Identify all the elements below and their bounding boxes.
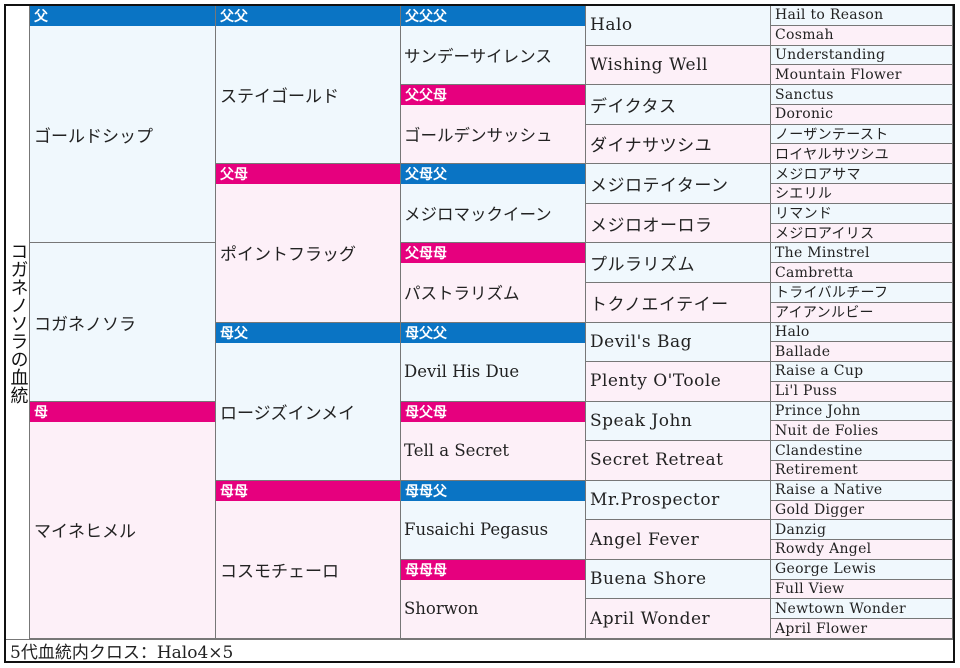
header-dam: 母 — [30, 401, 216, 422]
header-ss: 父父 — [216, 6, 401, 26]
horse-gen3-2: メジロマックイーン — [401, 184, 586, 244]
horse-gen4-9: Plenty O'Toole — [586, 362, 771, 402]
pedigree-table: コガネノソラの血統 父ゴールドシップ コガネノソラ母マイネヒメル 父父 ステイゴールド… — [4, 4, 955, 663]
horse-gen3-1: ゴールデンサッシュ — [401, 105, 586, 165]
horse-gen4-6: プルラリズム — [586, 243, 771, 283]
horse-gen5-14: トライバルチーフ — [771, 282, 953, 303]
horse-gen5-16: Halo — [771, 322, 953, 343]
header-sss: 父父父 — [401, 6, 586, 26]
horse-gen3-4: Devil His Due — [401, 342, 586, 402]
horse-gen5-30: Newtown Wonder — [771, 599, 953, 620]
horse-gen4-1: Wishing Well — [586, 45, 771, 86]
horse-gen4-7: トクノエイテイー — [586, 282, 771, 323]
horse-gen4-13: Angel Fever — [586, 520, 771, 560]
horse-gen2-3: コスモチェーロ — [216, 500, 401, 639]
horse-gen5-10: リマンド — [771, 203, 953, 224]
horse-gen5-3: Mountain Flower — [771, 65, 953, 86]
header-sd: 父母 — [216, 164, 401, 185]
horse-gen5-6: ノーザンテースト — [771, 124, 953, 145]
horse-gen3-3: パストラリズム — [401, 263, 586, 323]
horse-gen5-11: メジロアイリス — [771, 223, 953, 244]
horse-gen4-4: メジロテイターン — [586, 164, 771, 204]
horse-gen5-18: Raise a Cup — [771, 362, 953, 382]
horse-gen2-0: ステイゴールド — [216, 26, 401, 165]
header-dsd: 母父母 — [401, 401, 586, 422]
horse-gen5-25: Gold Digger — [771, 500, 953, 521]
horse-gen5-17: Ballade — [771, 342, 953, 363]
horse-gen5-24: Raise a Native — [771, 480, 953, 501]
horse-gen2-1: ポイントフラッグ — [216, 184, 401, 323]
horse-sire: ゴールドシップ — [30, 26, 216, 244]
pedigree-title: コガネノソラの血統 — [7, 241, 29, 404]
horse-gen4-10: Speak John — [586, 401, 771, 442]
horse-gen5-0: Hail to Reason — [771, 6, 953, 26]
horse-gen4-3: ダイナサツシユ — [586, 124, 771, 165]
horse-gen4-14: Buena Shore — [586, 559, 771, 600]
horse-gen5-1: Cosmah — [771, 25, 953, 46]
horse-gen5-7: ロイヤルサツシユ — [771, 144, 953, 165]
header-dss: 母父父 — [401, 322, 586, 343]
horse-gen5-28: George Lewis — [771, 559, 953, 580]
horse-gen5-22: Clandestine — [771, 441, 953, 461]
header-sdd: 父母母 — [401, 243, 586, 264]
header-dd: 母母 — [216, 480, 401, 501]
horse-gen3-6: Fusaichi Pegasus — [401, 500, 586, 560]
header-dds: 母母父 — [401, 480, 586, 501]
horse-dam: マイネヒメル — [30, 421, 216, 639]
horse-gen5-4: Sanctus — [771, 85, 953, 105]
pedigree-title-column: コガネノソラの血統 — [6, 6, 30, 639]
horse-gen5-26: Danzig — [771, 520, 953, 541]
horse-self: コガネノソラ — [30, 243, 216, 402]
horse-gen5-9: シエリル — [771, 184, 953, 204]
header-sds: 父母父 — [401, 164, 586, 185]
horse-gen2-2: ロージズインメイ — [216, 342, 401, 481]
horse-gen4-11: Secret Retreat — [586, 441, 771, 481]
inbreeding-cross-note: 5代血統内クロス：Halo4×5 — [6, 639, 953, 663]
horse-gen4-2: デイクタス — [586, 85, 771, 125]
header-sire: 父 — [30, 6, 216, 26]
horse-gen5-5: Doronic — [771, 104, 953, 125]
horse-gen5-29: Full View — [771, 579, 953, 600]
horse-gen5-23: Retirement — [771, 460, 953, 481]
horse-gen4-8: Devil's Bag — [586, 322, 771, 363]
header-ds: 母父 — [216, 322, 401, 343]
horse-gen5-19: Li'l Puss — [771, 381, 953, 402]
header-ddd: 母母母 — [401, 559, 586, 580]
horse-gen3-7: Shorwon — [401, 579, 586, 639]
horse-gen4-15: April Wonder — [586, 599, 771, 639]
horse-gen5-21: Nuit de Folies — [771, 421, 953, 442]
horse-gen5-31: April Flower — [771, 619, 953, 639]
horse-gen4-5: メジロオーロラ — [586, 203, 771, 244]
horse-gen5-2: Understanding — [771, 45, 953, 66]
horse-gen5-8: メジロアサマ — [771, 164, 953, 185]
horse-gen5-20: Prince John — [771, 401, 953, 422]
horse-gen3-5: Tell a Secret — [401, 421, 586, 481]
horse-gen3-0: サンデーサイレンス — [401, 26, 586, 86]
horse-gen5-12: The Minstrel — [771, 243, 953, 264]
horse-gen5-13: Cambretta — [771, 263, 953, 283]
horse-gen4-0: Halo — [586, 6, 771, 46]
header-ssd: 父父母 — [401, 85, 586, 106]
horse-gen5-27: Rowdy Angel — [771, 540, 953, 560]
horse-gen4-12: Mr.Prospector — [586, 480, 771, 521]
horse-gen5-15: アイアンルビー — [771, 302, 953, 323]
